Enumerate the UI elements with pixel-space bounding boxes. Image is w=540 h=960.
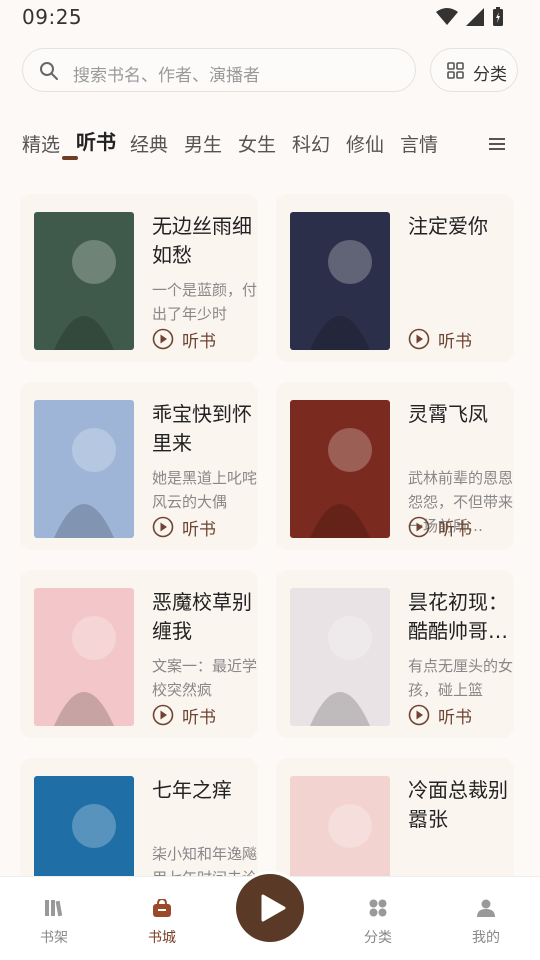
search-input[interactable]: 搜索书名、作者、演播者	[22, 48, 416, 92]
listen-label: 听书	[438, 331, 472, 352]
play-circle-icon	[408, 328, 430, 350]
book-cover[interactable]	[290, 212, 390, 350]
book-card[interactable]: 灵霄飞凤 武林前辈的恩恩怨怨，不但带来一场前所… 听书	[276, 382, 514, 550]
listen-button[interactable]: 听书	[152, 704, 216, 728]
book-title[interactable]: 无边丝雨细如愁	[152, 212, 260, 270]
nav-bookshelf[interactable]: 书架	[24, 899, 84, 947]
search-placeholder: 搜索书名、作者、演播者	[73, 66, 260, 86]
status-bar: 09:25	[0, 0, 540, 34]
book-cover[interactable]	[34, 212, 134, 350]
tab-audiobooks[interactable]: 听书	[76, 126, 116, 155]
audio-player-button[interactable]	[236, 874, 304, 942]
user-icon	[477, 899, 495, 917]
book-cover[interactable]	[34, 400, 134, 538]
tab-featured[interactable]: 精选	[22, 130, 60, 157]
book-description: 有点无厘头的女孩，碰上篮	[408, 657, 514, 699]
play-circle-icon	[408, 704, 430, 726]
listen-label: 听书	[182, 707, 216, 728]
active-tab-indicator	[62, 156, 78, 160]
shopping-bag-icon	[153, 897, 171, 917]
book-title[interactable]: 恶魔校草别缠我	[152, 588, 260, 646]
play-circle-icon	[152, 328, 174, 350]
nav-profile[interactable]: 我的	[456, 899, 516, 947]
wifi-icon	[436, 8, 458, 25]
status-time: 09:25	[22, 5, 83, 29]
category-button[interactable]: 分类	[430, 48, 518, 92]
grid-icon	[447, 62, 464, 79]
listen-label: 听书	[182, 519, 216, 540]
tab-female[interactable]: 女生	[238, 130, 276, 157]
menu-icon[interactable]	[489, 137, 505, 151]
play-circle-icon	[152, 516, 174, 538]
book-card[interactable]: 乖宝快到怀里来她是黑道上叱咤风云的大偶听书	[20, 382, 258, 550]
tab-scifi[interactable]: 科幻	[292, 130, 330, 157]
book-title[interactable]: 乖宝快到怀里来	[152, 400, 260, 458]
listen-label: 听书	[438, 519, 472, 540]
search-icon	[40, 62, 58, 80]
tab-classics[interactable]: 经典	[130, 130, 168, 157]
tab-romance[interactable]: 言情	[400, 130, 438, 157]
listen-button[interactable]: 听书	[152, 328, 216, 352]
status-icons	[436, 7, 504, 27]
listen-button[interactable]: 听书	[408, 328, 472, 352]
signal-icon	[466, 8, 484, 26]
book-cover[interactable]	[34, 588, 134, 726]
book-description: 一个是蓝颜，付出了年少时	[152, 281, 258, 323]
book-title[interactable]: 灵霄飞凤	[408, 400, 516, 429]
listen-label: 听书	[182, 331, 216, 352]
book-cover[interactable]	[290, 588, 390, 726]
play-circle-icon	[408, 516, 430, 538]
book-card[interactable]: 昙花初现：酷酷帅哥… 有点无厘头的女孩，碰上篮听书	[276, 570, 514, 738]
bookshelf-icon	[45, 900, 63, 917]
category-icon	[369, 899, 387, 917]
listen-button[interactable]: 听书	[152, 516, 216, 540]
battery-icon	[493, 7, 503, 26]
listen-button[interactable]: 听书	[408, 704, 472, 728]
nav-bookstore[interactable]: 书城	[132, 897, 192, 947]
book-title[interactable]: 冷面总裁别嚣张	[408, 776, 516, 834]
book-title[interactable]: 七年之痒	[152, 776, 260, 805]
book-card[interactable]: 恶魔校草别缠我文案一：最近学校突然疯听书	[20, 570, 258, 738]
category-label: 分类	[473, 65, 507, 85]
tab-cultivation[interactable]: 修仙	[346, 130, 384, 157]
nav-category[interactable]: 分类	[348, 899, 408, 947]
listen-label: 听书	[438, 707, 472, 728]
book-cover[interactable]	[290, 400, 390, 538]
book-card[interactable]: 无边丝雨细如愁一个是蓝颜，付出了年少时听书	[20, 194, 258, 362]
book-title[interactable]: 昙花初现：酷酷帅哥…	[408, 588, 516, 646]
category-tabs: 精选 听书 经典 男生 女生 科幻 修仙 言情	[22, 126, 522, 166]
tab-male[interactable]: 男生	[184, 130, 222, 157]
book-title[interactable]: 注定爱你	[408, 212, 516, 241]
play-circle-icon	[152, 704, 174, 726]
book-description: 文案一：最近学校突然疯	[152, 657, 258, 699]
play-icon	[261, 894, 286, 922]
book-description: 她是黑道上叱咤风云的大偶	[152, 469, 258, 511]
book-card[interactable]: 注定爱你听书	[276, 194, 514, 362]
listen-button[interactable]: 听书	[408, 516, 472, 540]
